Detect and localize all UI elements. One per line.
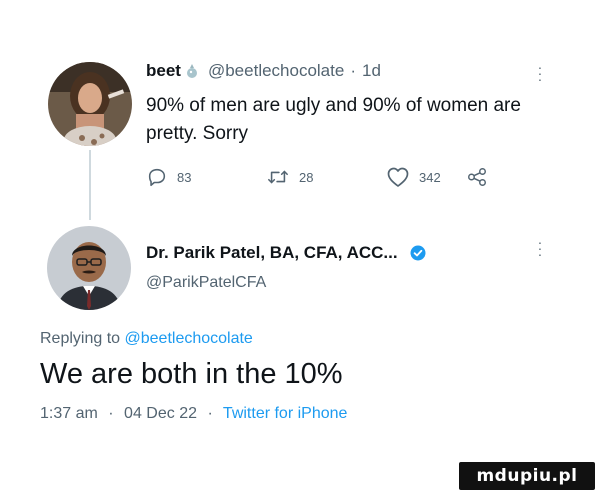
retweet-button[interactable]: 28 [266,166,313,188]
watermark-logo: mdupiu.pl [459,462,595,490]
heart-icon [387,167,409,187]
tweet1-header: beet @beetlechocolate · 1d [146,61,381,81]
tweet2-header: Dr. Parik Patel, BA, CFA, ACC... [146,243,426,263]
tweet1-display-name[interactable]: beet [146,61,181,81]
reply-button[interactable]: 83 [146,166,191,188]
tweet1-handle[interactable]: @beetlechocolate [208,61,344,81]
tweet-thread-screen: beet @beetlechocolate · 1d · · · 90% of me… [0,0,600,494]
tweet2-time[interactable]: 1:37 am [40,405,98,422]
tweet1-more-options-icon[interactable]: · · · [536,60,544,86]
reply-count: 83 [177,169,192,185]
tweet1-text: 90% of men are ugly and 90% of women are… [146,95,521,144]
tweet2-text: We are both in the 10% [40,358,343,390]
tweet2-handle[interactable]: @ParikPatelCFA [146,274,266,292]
like-count: 342 [419,169,441,185]
replying-to-label: Replying to [40,330,121,347]
meta-separator: · [207,405,213,422]
tweet2-source-link[interactable]: Twitter for iPhone [223,405,348,422]
share-icon [468,168,486,186]
replying-to-line: Replying to @beetlechocolate [40,330,253,348]
retweet-icon [268,170,288,184]
reply-icon [148,168,166,187]
verified-badge-icon [410,245,426,261]
meta-separator: · [108,405,114,422]
header-separator: · [350,61,356,80]
beet-emoji-icon [186,64,197,78]
avatar-parikpatelcfa[interactable] [47,226,131,310]
tweet2-more-options-icon[interactable]: · · · [536,235,544,261]
tweet2-date[interactable]: 04 Dec 22 [124,405,197,422]
avatar-beetlechocolate[interactable] [48,62,132,146]
replying-to-mention-link[interactable]: @beetlechocolate [125,330,253,347]
avatar-photo-icon [48,62,132,146]
avatar-photo-icon [47,226,131,310]
thread-connector-line [89,150,91,220]
tweet2-display-name[interactable]: Dr. Parik Patel, BA, CFA, ACC... [146,243,398,263]
tweet2-meta: 1:37 am · 04 Dec 22 · Twitter for iPhone [40,405,347,423]
retweet-count: 28 [299,169,314,185]
like-button[interactable]: 342 [386,166,441,188]
tweet1-action-bar: 83 28 342 [146,166,506,190]
tweet1-timestamp[interactable]: 1d [362,61,381,81]
share-button[interactable] [466,166,488,188]
